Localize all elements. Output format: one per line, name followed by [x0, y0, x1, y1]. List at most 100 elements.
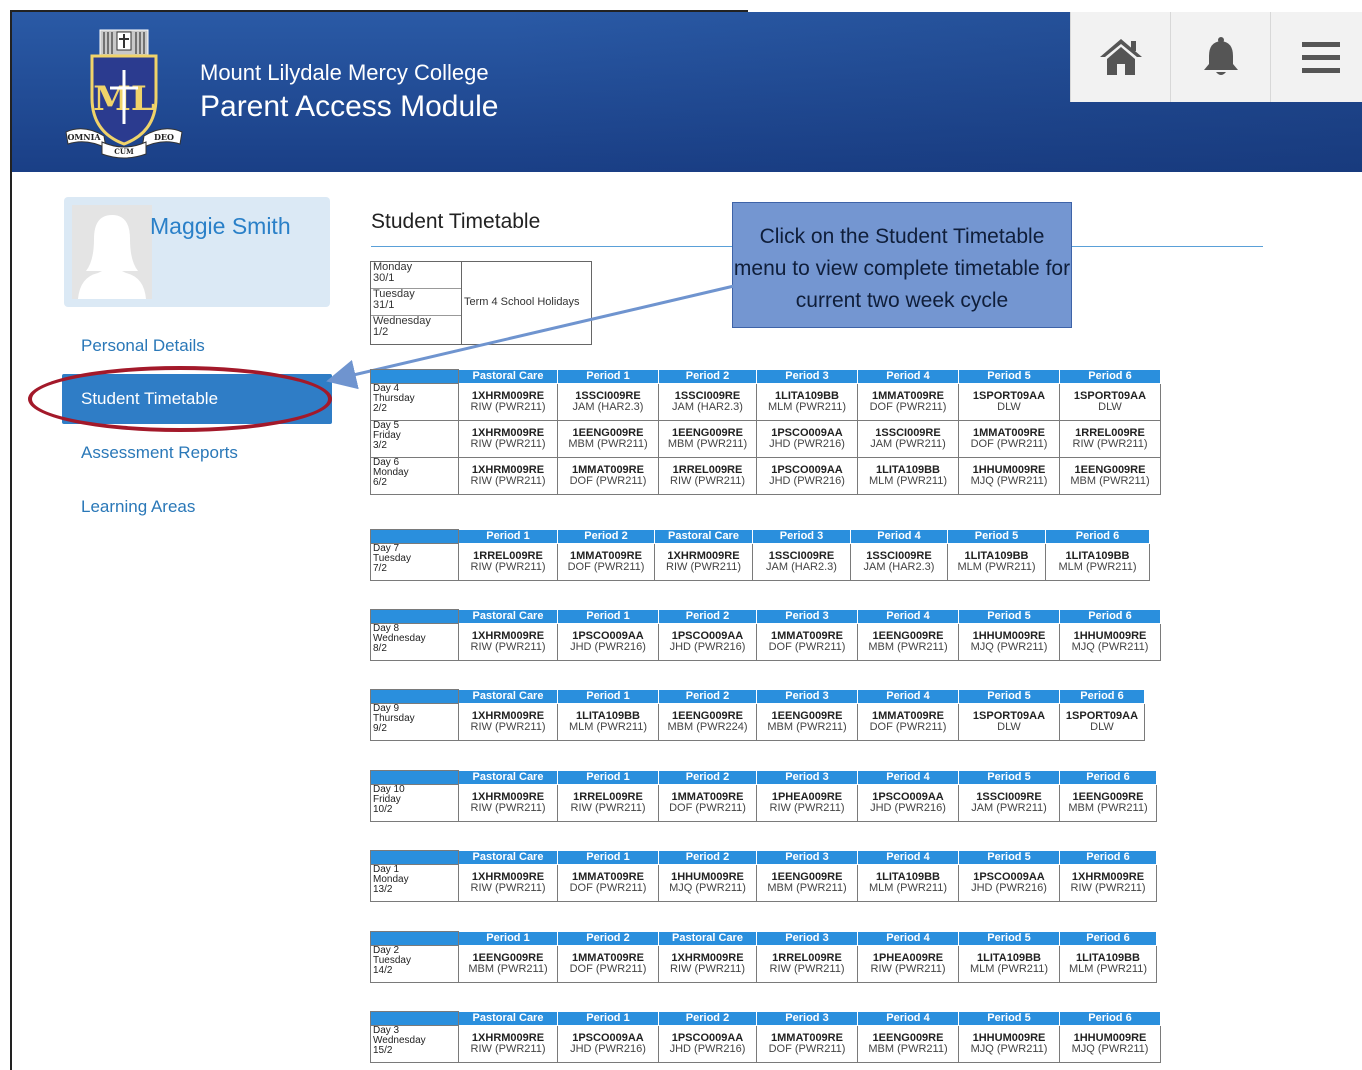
- teacher-room: JHD (PWR216): [971, 882, 1047, 894]
- class-cell: 1PHEA009RE RIW (PWR211): [857, 945, 959, 983]
- class-cell: 1LITA109BB MLM (PWR211): [756, 383, 858, 421]
- period-header: Pastoral Care: [658, 931, 757, 946]
- teacher-room: JAM (HAR2.3): [672, 401, 743, 413]
- class-cell: 1SSCI009RE JAM (HAR2.3): [752, 543, 851, 581]
- timetable-block: Pastoral Care Period 1 Period 2 Period 3 Per…: [370, 689, 1145, 741]
- class-cell: 1PSCO009AA JHD (PWR216): [658, 623, 757, 661]
- class-cell: 1EENG009RE MBM (PWR224): [658, 703, 757, 741]
- header-corner: [370, 850, 459, 865]
- teacher-room: DLW: [1098, 401, 1122, 413]
- teacher-room: JAM (HAR2.3): [766, 561, 837, 573]
- header-corner: [370, 529, 459, 544]
- teacher-room: DLW: [997, 721, 1021, 733]
- table-row: Day 2 Tuesday 14/2 1EENG009RE MBM (PWR211) 1M…: [370, 945, 1157, 983]
- period-header: Period 3: [756, 850, 858, 865]
- teacher-room: DOF (PWR211): [567, 561, 645, 573]
- period-header: Period 6: [1059, 931, 1157, 946]
- period-header: Period 4: [857, 609, 959, 624]
- header-corner: [370, 770, 459, 785]
- class-cell: 1PSCO009AA JHD (PWR216): [756, 457, 858, 495]
- class-cell: 1LITA109BB MLM (PWR211): [1059, 945, 1157, 983]
- day-cell: Day 6 Monday 6/2: [370, 457, 459, 495]
- teacher-room: RIW (PWR211): [470, 475, 546, 487]
- day-cell: Day 4 Thursday 2/2: [370, 383, 459, 421]
- teacher-room: MBM (PWR211): [767, 721, 847, 733]
- period-header: Period 2: [557, 529, 655, 544]
- class-cell: 1LITA109BB MLM (PWR211): [857, 864, 959, 902]
- class-cell: 1LITA109BB MLM (PWR211): [947, 543, 1046, 581]
- day-label: 8/2: [373, 643, 387, 654]
- table-row: Day 4 Thursday 2/2 1XHRM009RE RIW (PWR211) 1S…: [370, 383, 1161, 421]
- class-cell: 1XHRM009RE RIW (PWR211): [458, 383, 558, 421]
- class-cell: 1MMAT009RE DOF (PWR211): [756, 1025, 858, 1063]
- teacher-room: RIW (PWR211): [470, 721, 546, 733]
- teacher-room: JHD (PWR216): [570, 641, 646, 653]
- timetable-block: Period 1 Period 2 Pastoral Care Period 3 Per…: [370, 931, 1157, 983]
- period-header: Pastoral Care: [458, 609, 558, 624]
- class-cell: 1SPORT09AA DLW: [1059, 383, 1161, 421]
- class-cell: 1PSCO009AA JHD (PWR216): [658, 1025, 757, 1063]
- period-header: Pastoral Care: [654, 529, 753, 544]
- class-cell: 1MMAT009RE DOF (PWR211): [857, 383, 959, 421]
- period-header: Period 1: [458, 931, 558, 946]
- period-header: Period 6: [1059, 689, 1145, 704]
- class-cell: 1SPORT09AA DLW: [958, 703, 1060, 741]
- teacher-room: RIW (PWR211): [769, 802, 845, 814]
- period-header: Period 4: [850, 529, 948, 544]
- teacher-room: MLM (PWR211): [568, 721, 648, 733]
- teacher-room: DLW: [1090, 721, 1114, 733]
- table-row: Day 7 Tuesday 7/2 1RREL009RE RIW (PWR211) 1MM…: [370, 543, 1150, 581]
- class-cell: 1SPORT09AA DLW: [1059, 703, 1145, 741]
- period-header: Period 4: [857, 689, 959, 704]
- day-cell: Day 2 Tuesday 14/2: [370, 945, 459, 983]
- teacher-room: JHD (PWR216): [769, 438, 845, 450]
- teacher-room: DOF (PWR211): [569, 475, 647, 487]
- period-header: Pastoral Care: [458, 770, 558, 785]
- teacher-room: MLM (PWR211): [969, 963, 1049, 975]
- class-cell: 1XHRM009RE RIW (PWR211): [458, 784, 558, 822]
- header-corner: [370, 369, 459, 384]
- teacher-room: RIW (PWR211): [769, 963, 845, 975]
- class-cell: 1RREL009RE RIW (PWR211): [458, 543, 558, 581]
- period-header: Period 5: [958, 609, 1060, 624]
- teacher-room: MJQ (PWR211): [669, 882, 746, 894]
- day-cell: Day 1 Monday 13/2: [370, 864, 459, 902]
- period-header: Period 1: [557, 689, 659, 704]
- period-header: Period 1: [557, 609, 659, 624]
- table-row: Day 10 Friday 10/2 1XHRM009RE RIW (PWR211) 1R…: [370, 784, 1157, 822]
- class-cell: 1RREL009RE RIW (PWR211): [557, 784, 659, 822]
- class-cell: 1XHRM009RE RIW (PWR211): [458, 623, 558, 661]
- day-label: 14/2: [373, 965, 393, 976]
- period-header: Period 2: [658, 850, 757, 865]
- class-cell: 1XHRM009RE RIW (PWR211): [458, 1025, 558, 1063]
- day-cell: Day 9 Thursday 9/2: [370, 703, 459, 741]
- period-header: Period 1: [557, 1011, 659, 1026]
- table-row: Day 9 Thursday 9/2 1XHRM009RE RIW (PWR211) 1L…: [370, 703, 1145, 741]
- table-row: Day 1 Monday 13/2 1XHRM009RE RIW (PWR211) 1MM…: [370, 864, 1157, 902]
- class-cell: 1HHUM009RE MJQ (PWR211): [1059, 1025, 1161, 1063]
- class-cell: 1PSCO009AA JHD (PWR216): [857, 784, 959, 822]
- day-cell: Day 5 Friday 3/2: [370, 420, 459, 458]
- header-corner: [370, 689, 459, 704]
- period-header: Period 3: [756, 931, 858, 946]
- class-cell: 1XHRM009RE RIW (PWR211): [1059, 864, 1157, 902]
- class-cell: 1EENG009RE MBM (PWR211): [557, 420, 659, 458]
- class-cell: 1EENG009RE MBM (PWR211): [658, 420, 757, 458]
- class-cell: 1EENG009RE MBM (PWR211): [756, 703, 858, 741]
- timetable-block: Pastoral Care Period 1 Period 2 Period 3 Per…: [370, 369, 1161, 495]
- teacher-room: RIW (PWR211): [470, 802, 546, 814]
- period-header: Period 2: [658, 369, 757, 384]
- teacher-room: DOF (PWR211): [569, 882, 647, 894]
- class-cell: 1LITA109BB MLM (PWR211): [857, 457, 959, 495]
- header-corner: [370, 609, 459, 624]
- teacher-room: RIW (PWR211): [1072, 438, 1148, 450]
- teacher-room: DOF (PWR211): [970, 438, 1048, 450]
- teacher-room: RIW (PWR211): [1070, 882, 1146, 894]
- teacher-room: RIW (PWR211): [570, 802, 646, 814]
- period-header: Period 6: [1045, 529, 1150, 544]
- class-cell: 1EENG009RE MBM (PWR211): [1059, 784, 1157, 822]
- day-cell: Day 7 Tuesday 7/2: [370, 543, 459, 581]
- class-cell: 1HHUM009RE MJQ (PWR211): [958, 457, 1060, 495]
- period-header: Period 1: [557, 369, 659, 384]
- period-header: Period 2: [658, 689, 757, 704]
